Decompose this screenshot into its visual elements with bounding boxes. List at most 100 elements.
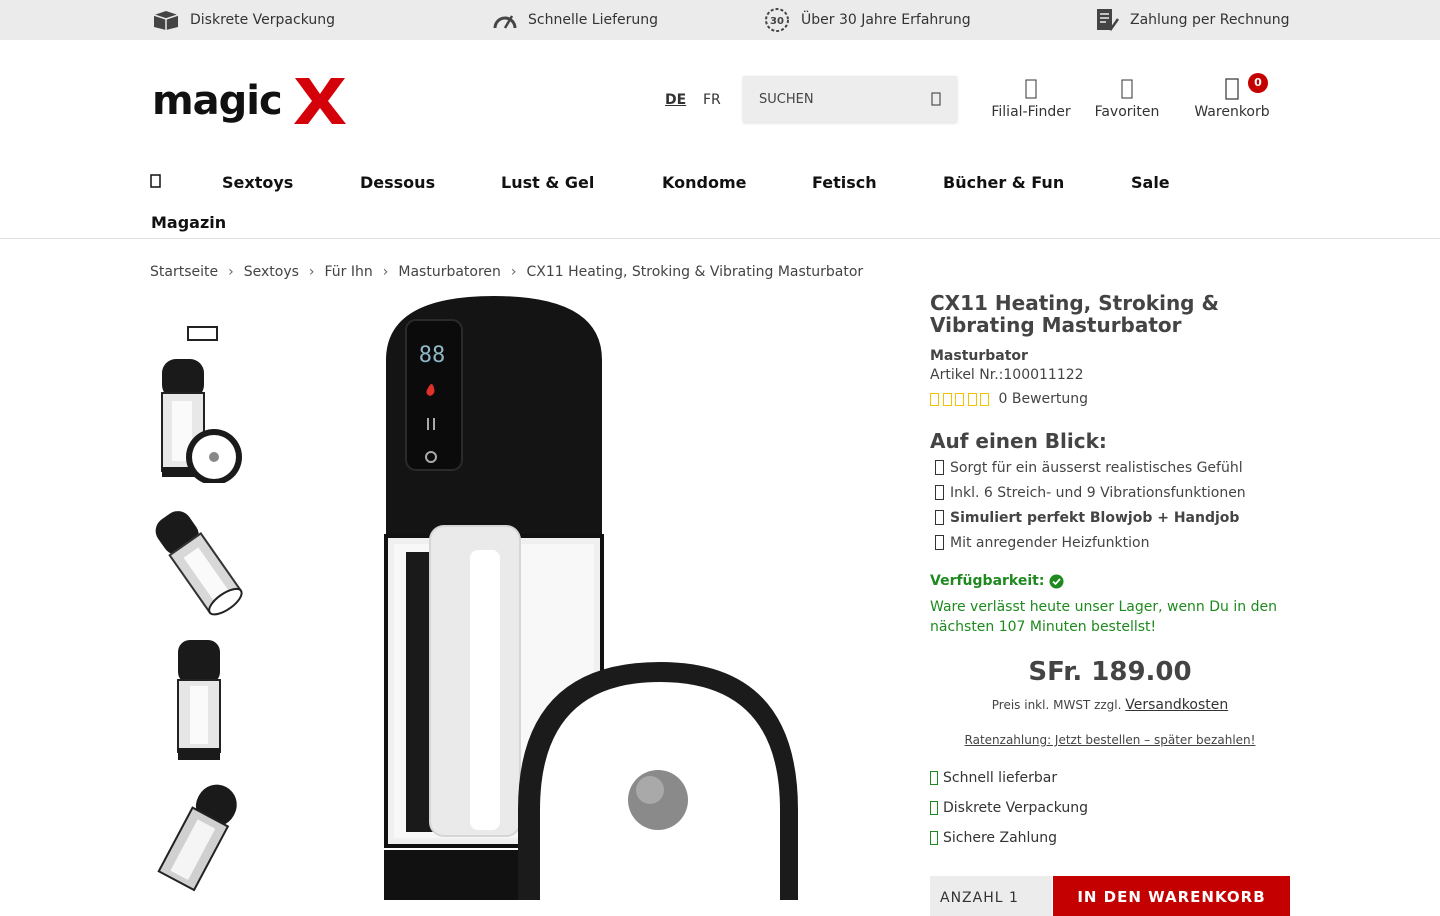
breadcrumb-item[interactable]: Masturbatoren [398,264,501,280]
usp-label: Über 30 Jahre Erfahrung [801,12,971,28]
nav-item-fetisch[interactable]: Fetisch [812,173,877,192]
product-thumbnail-3[interactable] [152,636,246,764]
glance-item-text: Sorgt für ein äusserst realistisches Gef… [950,459,1243,476]
glance-item: Mit anregender Heizfunktion [930,530,1290,555]
product-thumbnail-4[interactable] [152,772,246,900]
product-main-image[interactable]: 88 [370,290,810,900]
product-thumbnail-2[interactable] [152,500,246,628]
installment-link[interactable]: Ratenzahlung: Jetzt bestellen – später b… [930,733,1290,747]
breadcrumb-separator: › [510,264,517,280]
breadcrumb-separator: › [382,264,389,280]
shipping-countdown: Ware verlässt heute unser Lager, wenn Du… [930,599,1277,635]
heart-icon [1121,79,1133,99]
favorites-link[interactable]: Favoriten [1093,78,1161,120]
star-icon [980,392,989,406]
search-icon[interactable] [927,90,945,108]
star-rating [930,392,993,406]
search-input[interactable] [743,76,923,122]
svg-text:88: 88 [419,343,446,368]
usp-experience: 30 Über 30 Jahre Erfahrung [763,0,971,40]
nav-item-lust-gel[interactable]: Lust & Gel [501,173,594,192]
star-icon [967,392,977,406]
check-icon [930,831,938,845]
usp-bar: Diskrete Verpackung Schnelle Lieferung 3… [0,0,1440,40]
benefits-list: Schnell lieferbar Diskrete Verpackung Si… [930,763,1290,853]
speedometer-icon [493,15,517,29]
price-note: Preis inkl. MWST zzgl. Versandkosten [930,697,1290,713]
cart-icon [1225,78,1239,100]
usp-invoice: Zahlung per Rechnung [1094,0,1290,40]
product-title: CX11 Heating, Stroking & Vibrating Mastu… [930,291,1219,337]
store-finder-label: Filial-Finder [991,104,1071,120]
glance-item: Sorgt für ein äusserst realistisches Gef… [930,455,1290,480]
article-number: Artikel Nr.:100011122 [930,367,1084,383]
availability-label: Verfügbarkeit: [930,573,1045,589]
benefit-text: Schnell lieferbar [943,770,1058,786]
check-icon [935,535,944,550]
thumbnail-scroll-up[interactable] [187,326,218,341]
nav-item-sextoys[interactable]: Sextoys [222,173,293,192]
language-fr[interactable]: FR [703,92,721,108]
svg-text:magic: magic [152,78,282,124]
shipping-costs-link[interactable]: Versandkosten [1125,697,1228,713]
benefit-text: Sichere Zahlung [943,830,1058,846]
package-icon [153,11,179,30]
nav-item-magazin[interactable]: Magazin [151,213,226,232]
usp-label: Diskrete Verpackung [190,12,336,28]
add-to-cart-button[interactable]: IN DEN WARENKORB [1053,876,1290,916]
product-rating[interactable]: 0 Bewertung [930,391,1290,407]
usp-label: Zahlung per Rechnung [1130,12,1290,28]
benefit-item: Diskrete Verpackung [930,793,1290,823]
star-icon [955,392,964,406]
cart-count-badge: 0 [1248,73,1268,93]
check-icon [930,771,938,785]
product-category: Masturbator [930,348,1028,364]
vat-note: Preis inkl. MWST zzgl. [991,698,1122,712]
quantity-selector[interactable]: ANZAHL 1 [930,876,1052,916]
benefit-text: Diskrete Verpackung [943,800,1089,816]
availability: Verfügbarkeit: [930,573,1290,589]
product-info-panel: CX11 Heating, Stroking & Vibrating Mastu… [930,292,1290,853]
product-price: SFr. 189.00 [1028,657,1192,687]
language-de[interactable]: DE [665,92,686,108]
breadcrumb-item[interactable]: Für Ihn [325,264,373,280]
check-circle-icon [1049,574,1064,588]
site-header: magic DE FR Filial-Finder Favoriten Ware… [0,40,1440,239]
glance-item: Simuliert perfekt Blowjob + Handjob [930,505,1290,530]
check-icon [935,510,944,525]
star-icon [930,392,939,406]
check-icon [930,801,938,815]
star-icon [942,392,952,406]
magicx-logo[interactable]: magic [152,74,352,126]
store-finder-link[interactable]: Filial-Finder [990,78,1072,120]
breadcrumb-item[interactable]: Startseite [150,264,218,280]
glance-item: Inkl. 6 Streich- und 9 Vibrationsfunktio… [930,480,1290,505]
product-thumbnail-1[interactable] [152,355,246,483]
favorites-label: Favoriten [1094,104,1160,120]
breadcrumb-current: CX11 Heating, Stroking & Vibrating Mastu… [526,264,864,280]
nav-item-dessous[interactable]: Dessous [360,173,435,192]
usp-discreet-packaging: Diskrete Verpackung [152,0,335,40]
breadcrumb-item[interactable]: Sextoys [244,264,299,280]
benefit-item: Schnell lieferbar [930,763,1290,793]
check-icon [935,460,944,475]
svg-text:30: 30 [770,16,784,27]
nav-item-kondome[interactable]: Kondome [662,173,746,192]
nav-item-buecher-fun[interactable]: Bücher & Fun [943,173,1064,192]
glance-item-text: Simuliert perfekt Blowjob + Handjob [950,509,1240,526]
usp-fast-delivery: Schnelle Lieferung [492,0,658,40]
laurel-30-icon: 30 [765,8,789,32]
glance-item-text: Inkl. 6 Streich- und 9 Vibrationsfunktio… [950,484,1246,501]
location-icon [1025,79,1037,99]
glance-item-text: Mit anregender Heizfunktion [950,534,1150,551]
nav-item-sale[interactable]: Sale [1131,173,1170,192]
breadcrumb-separator: › [228,264,234,280]
cart-label: Warenkorb [1194,104,1270,120]
breadcrumb: Startseite › Sextoys › Für Ihn › Masturb… [150,264,863,280]
glance-heading: Auf einen Blick: [930,429,1107,453]
home-icon[interactable] [150,174,162,188]
invoice-icon [1097,9,1120,32]
search-box [743,76,957,122]
benefit-item: Sichere Zahlung [930,823,1290,853]
usp-label: Schnelle Lieferung [528,12,659,28]
